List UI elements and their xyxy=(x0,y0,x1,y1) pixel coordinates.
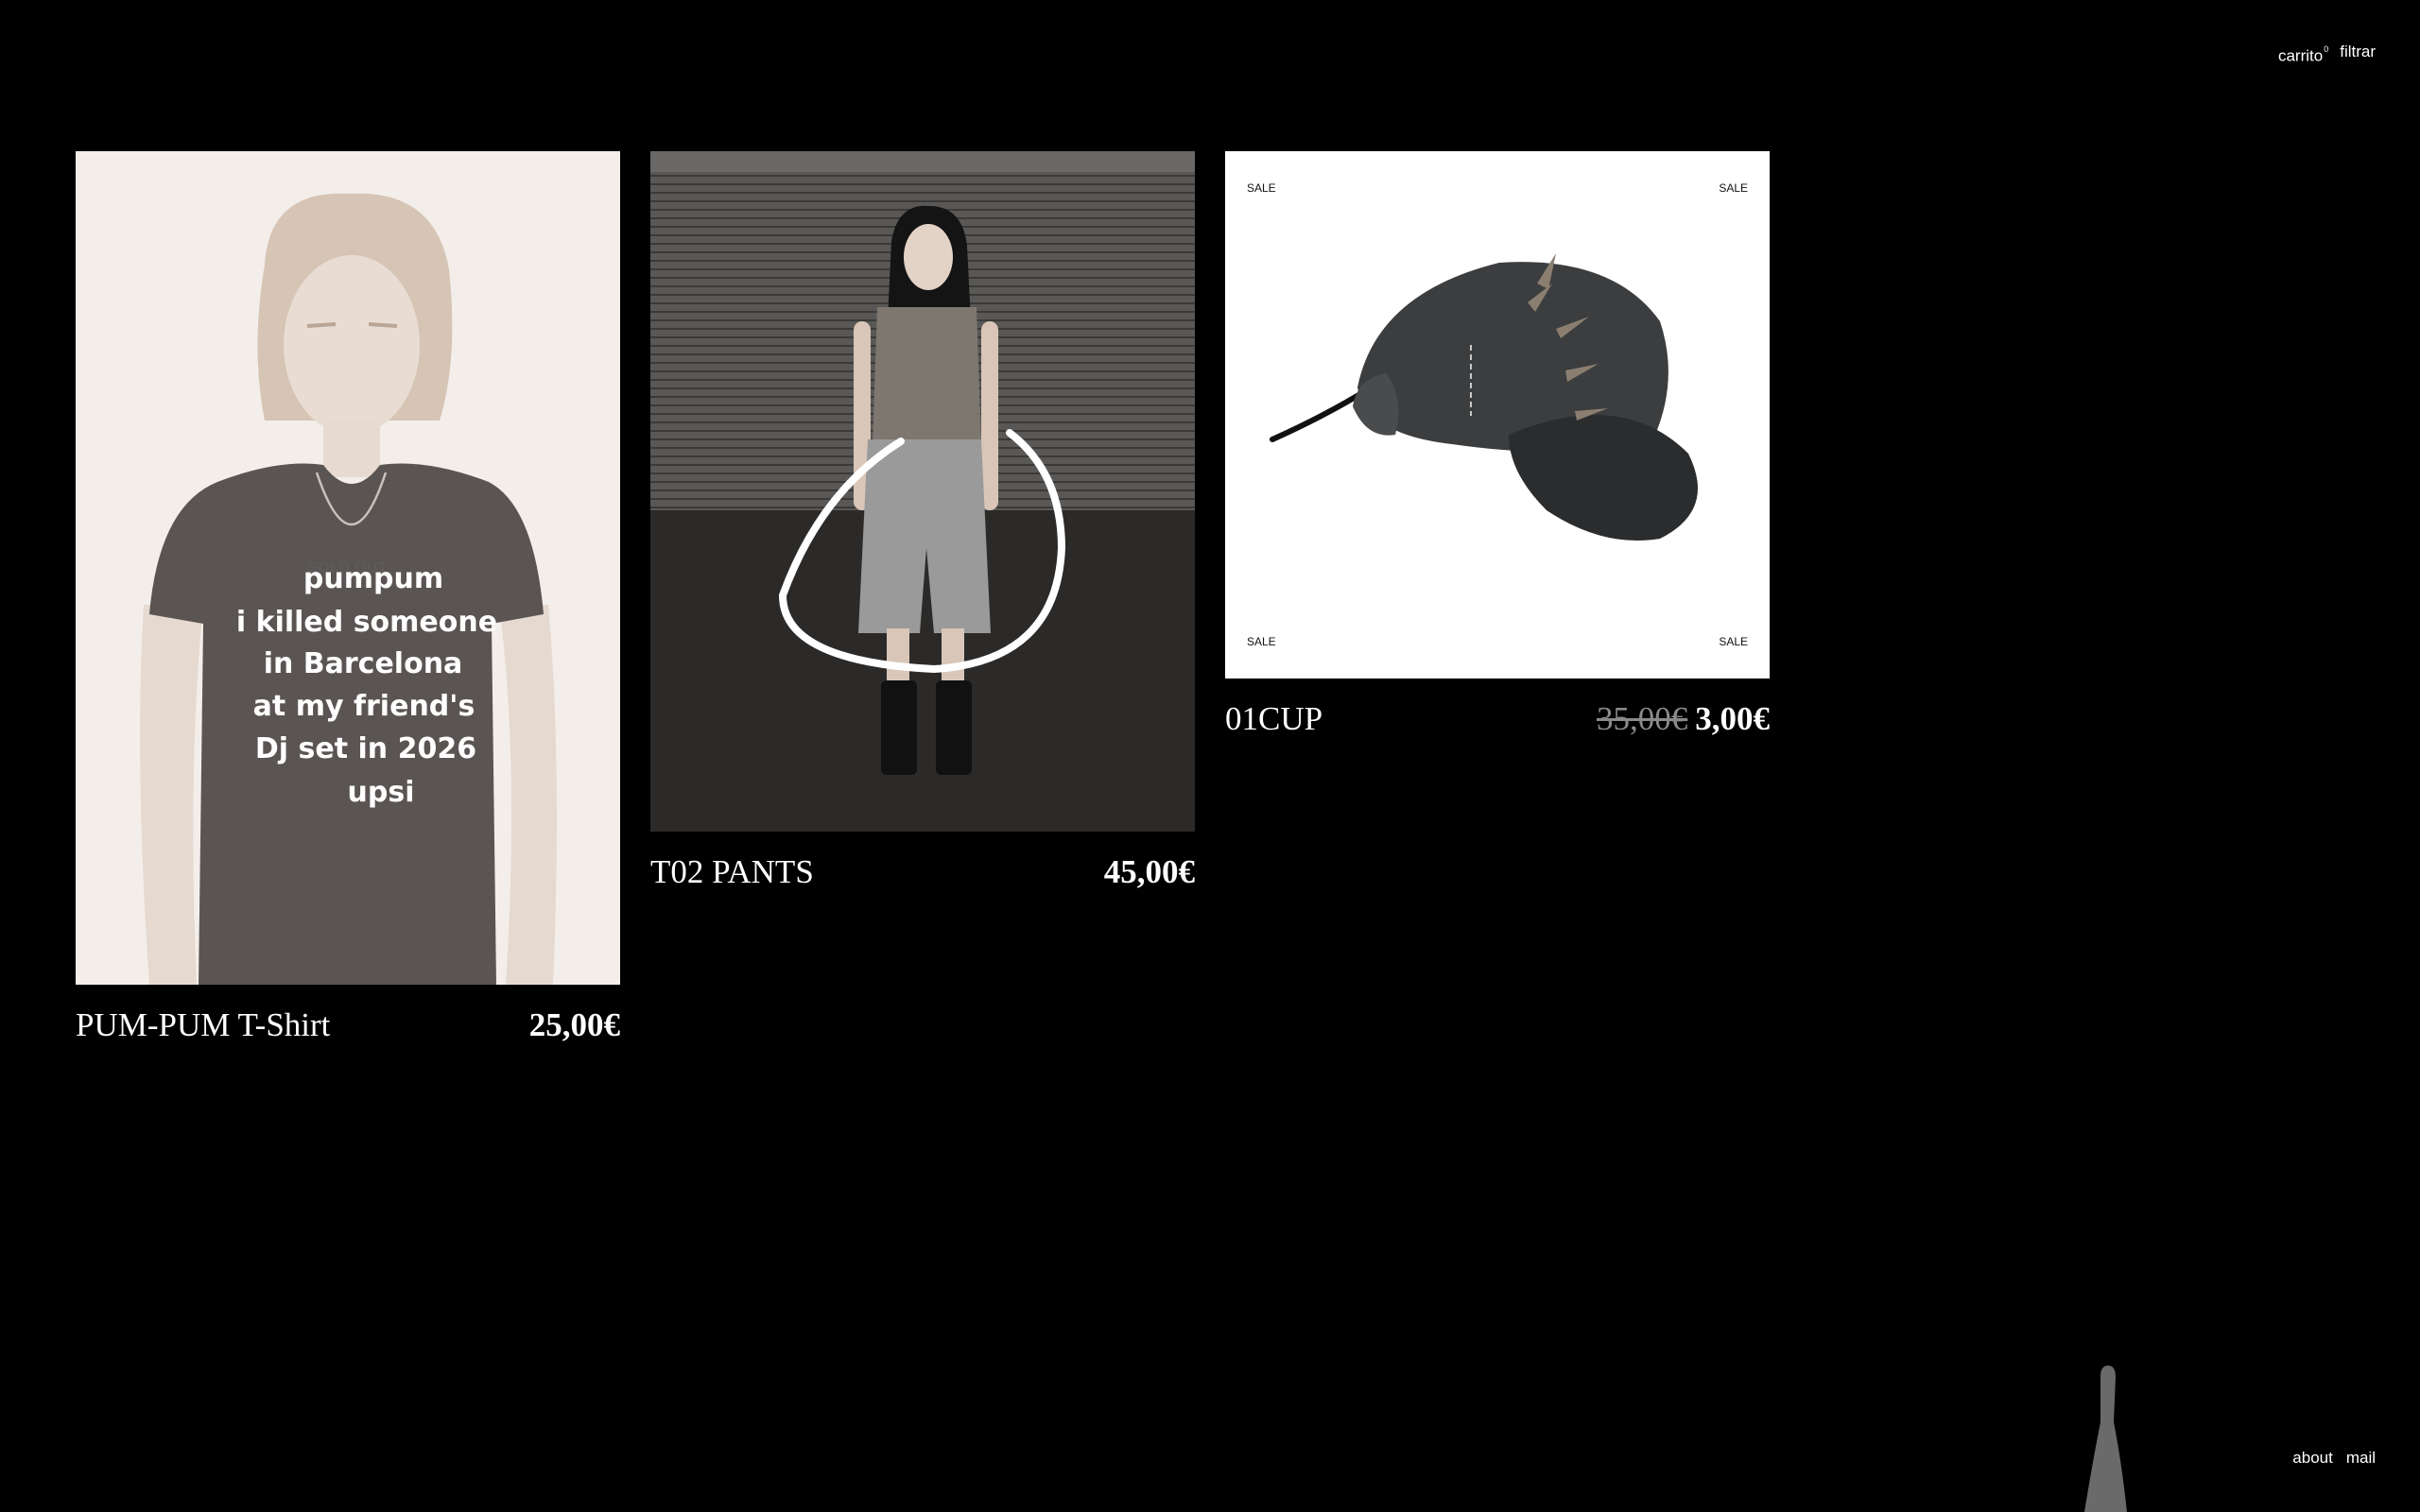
product-name[interactable]: PUM-PUM T-Shirt xyxy=(76,1005,330,1045)
sale-tag: SALE xyxy=(1247,181,1276,195)
shirt-print-line-4: at my friend's xyxy=(253,690,475,723)
about-link[interactable]: about xyxy=(2292,1448,2333,1469)
cart-count: 0 xyxy=(2324,44,2329,54)
shirt-print-line-6: upsi xyxy=(348,776,415,809)
sold-out-badge: SOLD OUT xyxy=(307,559,389,576)
cap-product-photo xyxy=(1225,151,1770,679)
product-card-t02-pants[interactable]: T02 PANTS 45,00€ xyxy=(650,151,1195,892)
decorative-figure xyxy=(2084,1366,2127,1512)
product-price: 25,00€ xyxy=(528,1006,620,1043)
pants-model-photo xyxy=(650,151,1195,832)
product-image-cap[interactable]: SALE SALE SALE SALE xyxy=(1225,151,1770,679)
shirt-print-line-2: i killed someone xyxy=(236,606,497,639)
original-price: 35,00€ xyxy=(1597,700,1688,737)
bottom-nav: about mail xyxy=(2292,1448,2376,1469)
product-info: PUM-PUM T-Shirt 25,00€ xyxy=(76,1005,620,1045)
sale-price: 3,00€ xyxy=(1695,700,1770,737)
cart-label: carrito xyxy=(2277,46,2324,65)
product-image-pants[interactable] xyxy=(650,151,1195,832)
product-card-pum-pum-tshirt[interactable]: pumpum i killed someone in Barcelona at … xyxy=(76,151,620,1045)
product-name[interactable]: T02 PANTS xyxy=(650,852,814,892)
shop-page: carrito0 filtrar pumpum i killed someone… xyxy=(0,0,2420,1512)
sale-tag: SALE xyxy=(1719,181,1748,195)
cart-link[interactable]: carrito0 xyxy=(2278,42,2328,67)
product-price: 35,00€ 3,00€ xyxy=(1597,699,1770,739)
product-name[interactable]: 01CUP xyxy=(1225,699,1322,739)
product-info: T02 PANTS 45,00€ xyxy=(650,852,1195,892)
sale-tag: SALE xyxy=(1247,635,1276,648)
product-price: 45,00€ xyxy=(1103,853,1195,890)
shirt-print-line-3: in Barcelona xyxy=(264,647,463,680)
shirt-print-line-5: Dj set in 2026 xyxy=(255,732,476,765)
product-card-01cup[interactable]: SALE SALE SALE SALE 01CUP 35,00€ 3,00€ xyxy=(1225,151,1770,739)
sale-tag: SALE xyxy=(1719,635,1748,648)
product-info: 01CUP 35,00€ 3,00€ xyxy=(1225,699,1770,739)
product-image-tshirt[interactable]: pumpum i killed someone in Barcelona at … xyxy=(76,151,620,985)
mail-link[interactable]: mail xyxy=(2346,1448,2376,1469)
filter-link[interactable]: filtrar xyxy=(2340,42,2376,67)
top-nav: carrito0 filtrar xyxy=(2278,42,2376,67)
